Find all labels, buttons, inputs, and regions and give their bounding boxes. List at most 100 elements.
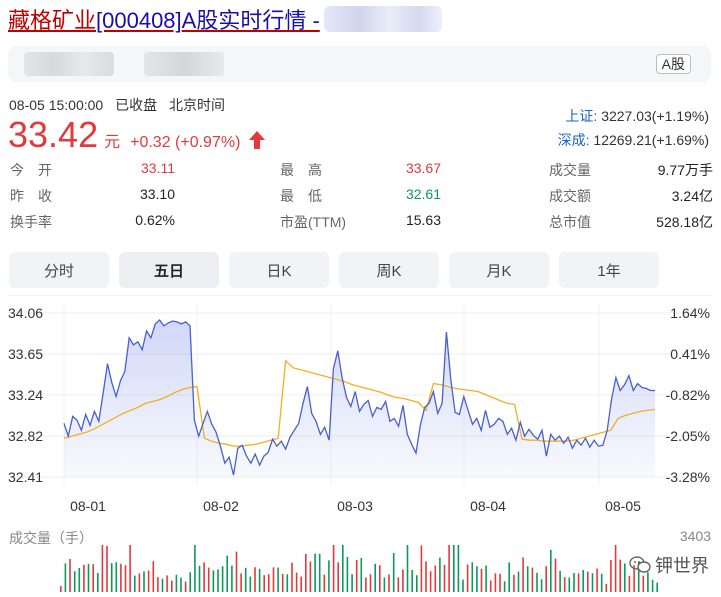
volume-bar: [480, 568, 483, 592]
volume-bar: [577, 573, 580, 592]
volume-bar: [221, 566, 224, 592]
volume-bar: [642, 575, 645, 592]
index-value: 3227.03(+1.19%): [601, 108, 709, 124]
stats-row: 今 开 33.11 最 高 33.67 成交量 9.77万手: [10, 160, 713, 186]
volume-bar: [591, 573, 594, 592]
volume-bar: [207, 567, 210, 592]
volume-bar: [619, 559, 621, 592]
volume-bar: [194, 545, 196, 592]
index-name[interactable]: 深成:: [558, 132, 590, 148]
market-status: 已收盘: [115, 97, 158, 113]
volume-bar: [171, 580, 173, 592]
y-tick-left: 33.24: [8, 387, 43, 403]
volume-bar: [466, 564, 469, 592]
stat-value: 33.67: [405, 160, 441, 176]
up-arrow-icon: [249, 131, 266, 149]
index-shanghai[interactable]: 上证: 3227.03(+1.19%): [558, 104, 709, 128]
volume-bar: [60, 586, 62, 592]
volume-bar: [69, 559, 71, 592]
stat-value: 9.77万手: [657, 162, 713, 178]
tab-0[interactable]: 分时: [9, 252, 109, 288]
volume-bar: [189, 572, 191, 592]
volume-bar: [425, 561, 427, 592]
volume-bar: [448, 545, 450, 592]
volume-bar: [443, 565, 446, 592]
tab-3[interactable]: 周K: [339, 252, 439, 288]
volume-bar: [550, 549, 552, 592]
volume-bar: [166, 575, 168, 592]
volume-bar: [231, 565, 233, 592]
volume-bar: [184, 581, 187, 592]
tab-1[interactable]: 五日: [119, 252, 219, 288]
stock-title-link[interactable]: 藏格矿业[000408]A股实时行情 -: [8, 3, 320, 35]
y-tick-left: 33.65: [8, 346, 43, 362]
volume-bar: [143, 571, 145, 592]
volume-bar: [175, 574, 178, 592]
stock-code[interactable]: [000408]: [96, 8, 182, 33]
x-tick: 08-02: [203, 498, 239, 514]
volume-bar: [203, 562, 205, 592]
volume-bar: [277, 567, 279, 592]
volume-bar: [97, 573, 99, 592]
y-tick-right: -3.28%: [666, 469, 710, 485]
volume-bar: [346, 557, 349, 592]
index-shenzhen[interactable]: 深成: 12269.21(+1.69%): [558, 128, 709, 152]
page-title: 藏格矿业[000408]A股实时行情 -: [8, 4, 442, 34]
volume-bar: [281, 574, 284, 592]
stat-label: 最 高: [280, 162, 322, 178]
stock-name[interactable]: 藏格矿业: [8, 8, 96, 33]
info-bar: A股: [8, 46, 711, 82]
volume-bar: [300, 576, 302, 592]
volume-bar: [258, 568, 261, 592]
volume-bar: [628, 575, 631, 592]
volume-bar: [369, 574, 372, 592]
volume-bar: [494, 573, 497, 592]
blurred-info-1: [24, 52, 114, 76]
tab-5[interactable]: 1年: [559, 252, 659, 288]
y-tick-left: 32.41: [8, 469, 43, 485]
volume-bar: [254, 567, 256, 592]
volume-bar: [600, 573, 603, 592]
volume-bar: [379, 565, 381, 592]
volume-bar: [416, 575, 418, 592]
volume-bar: [388, 574, 390, 592]
x-tick: 08-01: [70, 498, 106, 514]
volume-bar: [429, 571, 432, 592]
volume-bar: [263, 575, 265, 592]
volume-bar: [272, 567, 275, 592]
volume-bar: [180, 577, 182, 592]
watermark: 钾世界: [629, 552, 709, 578]
index-name[interactable]: 上证:: [565, 108, 597, 124]
volume-bar: [397, 577, 400, 592]
volume-bar: [314, 553, 316, 592]
volume-bar: [244, 567, 247, 592]
volume-bar: [439, 557, 441, 592]
title-suffix[interactable]: A股实时行情 -: [182, 8, 320, 33]
volume-bar: [582, 570, 584, 592]
volume-bar: [411, 570, 413, 592]
y-tick-left: 32.82: [8, 428, 43, 444]
stat-label: 最 低: [280, 188, 322, 204]
volume-bar: [392, 553, 395, 592]
volume-bar: [318, 553, 321, 592]
stat-value: 3.24亿: [671, 188, 713, 204]
volume-bar: [485, 565, 487, 592]
volume-bar: [235, 551, 238, 592]
volume-bar: [78, 568, 81, 592]
stat-label: 成交量: [549, 162, 591, 178]
volume-bar: [434, 565, 437, 592]
blurred-info-2: [144, 52, 224, 76]
volume-bar: [406, 545, 409, 592]
volume-bar: [471, 562, 474, 592]
stat-label: 市盈(TTM): [280, 214, 347, 230]
volume-bar: [217, 569, 219, 592]
five-day-chart[interactable]: 34.06 1.64% 33.65 0.41% 33.24 -0.82% 32.82 -2.0…: [0, 295, 721, 595]
volume-bar: [499, 573, 501, 592]
y-tick-right: -2.05%: [666, 428, 710, 444]
tab-4[interactable]: 月K: [449, 252, 549, 288]
tab-2[interactable]: 日K: [229, 252, 329, 288]
price-change: +0.32 (+0.97%): [130, 134, 241, 151]
volume-bar: [355, 560, 358, 592]
volume-bar: [453, 545, 455, 592]
volume-bar: [531, 567, 534, 592]
